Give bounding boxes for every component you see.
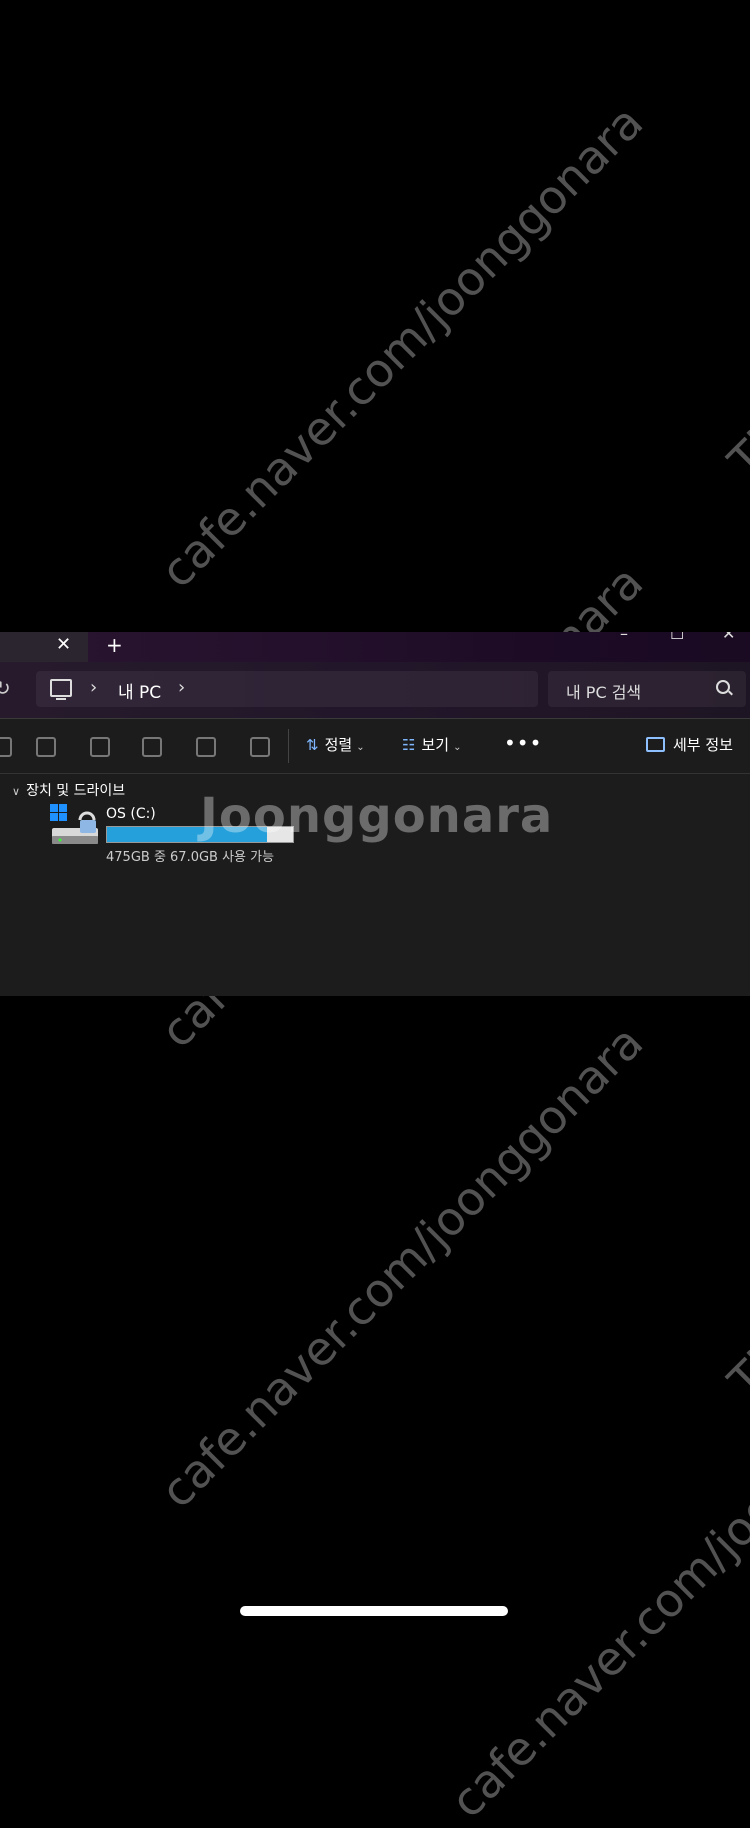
sort-label: 정렬	[324, 736, 353, 754]
watermark-logo: Joonggonara	[200, 788, 554, 844]
share-icon[interactable]	[196, 737, 216, 757]
drive-with-lock-icon	[50, 804, 98, 844]
tab-my-pc[interactable]: ✕	[0, 632, 88, 662]
close-tab-icon[interactable]: ✕	[56, 634, 71, 655]
breadcrumb-my-pc[interactable]: 내 PC	[118, 678, 161, 703]
view-icon: ☷	[402, 736, 416, 754]
search-input[interactable]: 내 PC 검색	[548, 671, 746, 707]
maximize-icon[interactable]: ☐	[670, 632, 684, 643]
breadcrumb-chevron-icon[interactable]: ›	[90, 677, 97, 698]
command-bar: ⇅ 정렬 ⌄ ☷ 보기 ⌄ ••• 세부 정보	[0, 719, 750, 774]
toolbar-divider	[288, 729, 289, 763]
chevron-down-icon: ⌄	[356, 742, 365, 753]
breadcrumb-chevron-icon[interactable]: ›	[178, 677, 185, 698]
minimize-icon[interactable]: –	[620, 632, 628, 643]
view-button[interactable]: ☷ 보기 ⌄	[402, 734, 461, 755]
sort-button[interactable]: ⇅ 정렬 ⌄	[306, 734, 365, 755]
monitor-icon	[50, 679, 72, 700]
watermark-text: cafe.naver.com/joonggonara	[440, 1324, 750, 1828]
details-label: 세부 정보	[673, 736, 733, 754]
watermark-text: cafe.naver.com/joonggonara	[150, 94, 654, 599]
watermark-edge-text: Th	[718, 409, 750, 489]
group-label: 장치 및 드라이브	[26, 783, 126, 799]
copy-icon[interactable]	[36, 737, 56, 757]
delete-icon[interactable]	[250, 737, 270, 757]
more-options-button[interactable]: •••	[504, 731, 542, 755]
rename-icon[interactable]	[142, 737, 162, 757]
details-pane-button[interactable]: 세부 정보	[646, 734, 733, 755]
paste-icon[interactable]	[90, 737, 110, 757]
home-indicator[interactable]	[240, 1606, 508, 1616]
chevron-down-icon: ∨	[12, 785, 21, 798]
watermark-edge-text: Th	[718, 1329, 750, 1409]
navigation-bar: ↻ › 내 PC › 내 PC 검색	[0, 662, 750, 719]
chevron-down-icon: ⌄	[453, 742, 462, 753]
details-pane-icon	[646, 737, 665, 752]
devices-drives-group-header[interactable]: ∨ 장치 및 드라이브	[12, 780, 125, 800]
sort-icon: ⇅	[306, 736, 319, 754]
refresh-icon[interactable]: ↻	[0, 676, 11, 700]
new-tab-button[interactable]: +	[106, 633, 123, 657]
search-placeholder: 내 PC 검색	[566, 683, 642, 702]
title-bar: ✕ + – ☐ ✕	[0, 632, 750, 662]
watermark-text: cafe.naver.com/joonggonara	[150, 1014, 654, 1519]
close-window-icon[interactable]: ✕	[722, 632, 735, 643]
view-label: 보기	[421, 736, 450, 754]
drive-free-space: 475GB 중 67.0GB 사용 가능	[106, 850, 275, 865]
address-bar[interactable]: › 내 PC ›	[36, 671, 538, 707]
search-icon[interactable]	[716, 680, 730, 694]
cut-icon[interactable]	[0, 737, 12, 757]
drive-name: OS (C:)	[106, 806, 156, 822]
